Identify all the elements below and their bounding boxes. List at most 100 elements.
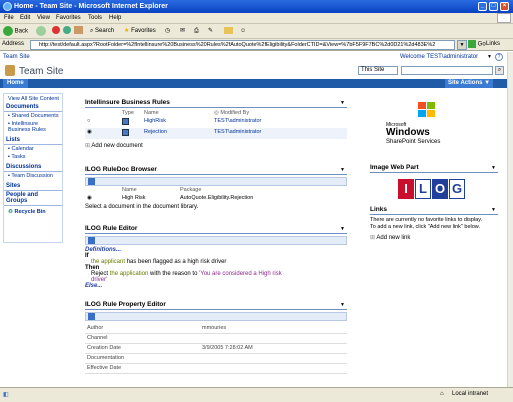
action-line[interactable]: Reject the application with the reason t… xyxy=(85,271,285,283)
breadcrumb-team-site[interactable]: Team Site xyxy=(3,54,30,60)
refresh-icon xyxy=(63,26,71,35)
else-section[interactable]: Else... xyxy=(85,283,347,289)
modified-by[interactable]: TEST\administrator xyxy=(212,128,347,139)
webpart-title: Image Web Part ▼ xyxy=(370,164,498,173)
ilog-icon[interactable] xyxy=(88,237,95,244)
site-logo-icon xyxy=(5,65,15,76)
toolbar: Back ⌕ Search ★ Favorites ◷ ✉ ⎙ ✎ ☺ xyxy=(0,24,513,39)
table-row: ○ HighRisk TEST\administrator xyxy=(85,117,347,128)
links-empty-text: There are currently no favorite links to… xyxy=(370,217,483,230)
row-radio[interactable]: ◉ xyxy=(85,128,120,139)
search-input[interactable] xyxy=(401,66,493,75)
welcome-menu[interactable]: Welcome TEST\administrator xyxy=(400,54,478,60)
home-icon xyxy=(74,26,83,35)
rule-name[interactable]: High Risk xyxy=(120,194,178,202)
address-input[interactable]: http://test/default.aspx?RootFolder=%2fI… xyxy=(30,40,455,50)
rule-package: AutoQuote.Eligibility.Rejection xyxy=(180,195,254,201)
minimize-button[interactable]: _ xyxy=(478,2,487,11)
add-icon: ⊞ xyxy=(370,235,376,241)
menu-help[interactable]: Help xyxy=(109,15,121,21)
editor-toolstrip xyxy=(85,236,347,245)
col-name[interactable]: Name xyxy=(120,186,178,194)
ql-heading-discussions[interactable]: Discussions xyxy=(4,163,62,172)
table-header-row: Type Name ◎ Modified By xyxy=(85,109,347,117)
menu-view[interactable]: View xyxy=(37,15,50,21)
menu-favorites[interactable]: Favorites xyxy=(56,15,81,21)
ilog-icon[interactable] xyxy=(88,178,95,185)
ql-item-business-rules[interactable]: ▪ Intellinsure Business Rules xyxy=(4,120,62,134)
webpart-menu-icon[interactable]: ▼ xyxy=(340,167,345,173)
ie-icon xyxy=(3,2,12,11)
ruledoc-browser-webpart: ILOG RuleDoc Browser ▼ Name Package ◉ Hig… xyxy=(85,166,347,210)
favorites-button[interactable]: ★ Favorites xyxy=(124,26,156,37)
folder-button[interactable] xyxy=(224,26,233,37)
forward-button[interactable] xyxy=(36,26,46,37)
webpart-menu-icon[interactable]: ▼ xyxy=(340,226,345,232)
mail-button[interactable]: ✉ xyxy=(180,26,185,37)
help-icon[interactable]: ? xyxy=(495,53,503,61)
row-radio[interactable]: ◉ xyxy=(85,194,120,202)
cond-text: has been flagged as a high risk driver xyxy=(125,259,227,265)
modified-by[interactable]: TEST\administrator xyxy=(212,117,347,128)
property-editor-webpart: ILOG Rule Property Editor ▼ Author mmourie… xyxy=(85,301,347,374)
ql-heading-people[interactable]: People and Groups xyxy=(4,191,62,206)
go-button[interactable]: Go xyxy=(468,40,486,48)
close-button[interactable]: × xyxy=(500,2,509,11)
site-actions-menu[interactable]: Site Actions ▼ xyxy=(445,79,494,88)
ruledoc-icon xyxy=(120,128,142,139)
col-package[interactable]: Package xyxy=(178,186,347,194)
webpart-menu-icon[interactable]: ▼ xyxy=(340,100,345,106)
add-new-document-link[interactable]: ⊞ Add new document xyxy=(85,142,347,149)
history-button[interactable]: ◷ xyxy=(165,26,170,37)
address-dropdown[interactable]: ▼ xyxy=(457,40,467,50)
webpart-menu-icon[interactable]: ▼ xyxy=(491,165,496,171)
menu-edit[interactable]: Edit xyxy=(20,15,30,21)
zone-icon: ⌂ xyxy=(440,391,444,397)
ilog-icon[interactable] xyxy=(88,313,95,320)
property-row: Creation Date 3/9/2005 7:28:02 AM xyxy=(85,343,347,354)
menu-file[interactable]: File xyxy=(4,15,14,21)
links-button[interactable]: Links xyxy=(486,41,500,47)
search-go-button[interactable]: ⌕ xyxy=(495,66,504,75)
ql-item-shared-documents[interactable]: ▪ Shared Documents xyxy=(4,112,62,120)
view-all-site-content-link[interactable]: View All Site Content xyxy=(4,94,62,103)
col-type[interactable]: Type xyxy=(120,109,142,117)
col-modified-by[interactable]: ◎ Modified By xyxy=(212,109,347,117)
search-icon: ⌕ xyxy=(497,67,502,73)
print-button[interactable]: ⎙ xyxy=(194,26,199,37)
home-button[interactable] xyxy=(74,26,83,37)
row-radio[interactable]: ○ xyxy=(85,117,120,128)
messenger-button[interactable]: ☺ xyxy=(240,26,246,37)
ql-heading-lists[interactable]: Lists xyxy=(4,136,62,145)
col-name[interactable]: Name xyxy=(142,109,212,117)
webpart-title: ILOG Rule Property Editor ▼ xyxy=(85,301,347,310)
webpart-menu-icon[interactable]: ▼ xyxy=(491,207,496,213)
webpart-title: ILOG Rule Editor ▼ xyxy=(85,225,347,234)
back-button[interactable]: Back xyxy=(3,26,28,37)
ql-heading-sites[interactable]: Sites xyxy=(4,182,62,191)
menu-tools[interactable]: Tools xyxy=(88,15,102,21)
vertical-scrollbar[interactable] xyxy=(507,52,513,387)
ql-item-tasks[interactable]: ▪ Tasks xyxy=(4,153,62,161)
webpart-menu-icon[interactable]: ▼ xyxy=(340,302,345,308)
property-row: Channel xyxy=(85,333,347,344)
refresh-button[interactable] xyxy=(63,26,71,37)
search-scope-select[interactable]: This Site xyxy=(358,66,398,75)
back-arrow-icon xyxy=(3,26,13,36)
stop-button[interactable] xyxy=(52,26,60,37)
print-icon: ⎙ xyxy=(194,28,199,34)
doc-name-link[interactable]: HighRisk xyxy=(142,117,212,128)
edit-button[interactable]: ✎ xyxy=(208,26,213,37)
search-button[interactable]: ⌕ Search xyxy=(90,26,114,37)
ql-heading-documents[interactable]: Documents xyxy=(4,103,62,112)
stop-icon xyxy=(52,26,60,35)
maximize-button[interactable]: □ xyxy=(489,2,498,11)
tab-home[interactable]: Home xyxy=(3,79,28,88)
doc-name-link[interactable]: Rejection xyxy=(142,128,212,139)
recycle-bin-link[interactable]: ♻ Recycle Bin xyxy=(4,208,62,216)
ql-item-team-discussion[interactable]: ▪ Team Discussion xyxy=(4,172,62,180)
messenger-icon: ☺ xyxy=(240,28,247,34)
ql-item-calendar[interactable]: ▪ Calendar xyxy=(4,145,62,153)
forward-arrow-icon xyxy=(36,26,46,36)
add-new-link[interactable]: ⊞ Add new link xyxy=(370,234,498,241)
